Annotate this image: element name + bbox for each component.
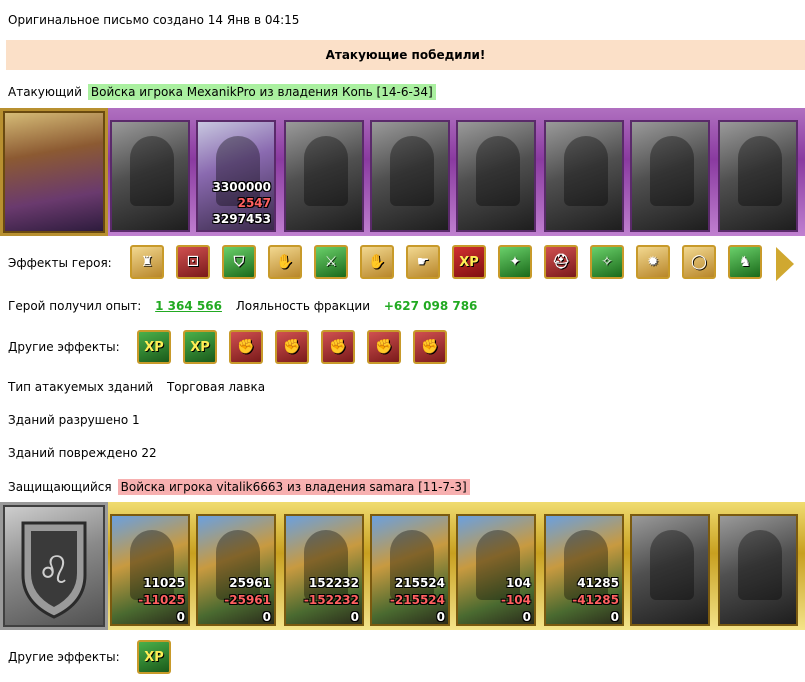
fist-sword-icon[interactable]: ✊ [229, 330, 263, 364]
attacker-unit-6[interactable] [544, 120, 624, 232]
fortress-icon[interactable]: ♜ [130, 245, 164, 279]
unit-remaining: 0 [522, 610, 531, 624]
boots-icon[interactable]: ♞ [728, 245, 762, 279]
xp-bonus-icon[interactable]: ✦ [498, 245, 532, 279]
amulet-icon[interactable]: ✧ [590, 245, 624, 279]
xp-icon[interactable]: XP [452, 245, 486, 279]
defender-unit-3[interactable]: 152232 -152232 0 [284, 514, 364, 626]
unit-lost: -104 [500, 593, 531, 607]
unit-count: 11025 [143, 576, 185, 590]
unit-remaining: 0 [610, 610, 619, 624]
defender-unit-1[interactable]: 11025 -11025 0 [110, 514, 190, 626]
unit-remaining: 0 [262, 610, 271, 624]
unit-lost: -25961 [224, 593, 271, 607]
xp-icon[interactable]: XP [183, 330, 217, 364]
dice-attack-icon[interactable]: ⚀ [176, 245, 210, 279]
unit-lost: -215524 [389, 593, 445, 607]
attacker-unit-4[interactable] [370, 120, 450, 232]
unit-lost: 2547 [237, 196, 271, 210]
unit-lost: -41285 [572, 593, 619, 607]
attacker-label: Атакующий [8, 85, 82, 99]
unit-remaining: 0 [350, 610, 359, 624]
building-type-row: Тип атакуемых зданий Торговая лавка [8, 380, 265, 394]
defender-unit-8[interactable] [718, 514, 798, 626]
experience-label: Герой получил опыт: [8, 299, 142, 313]
original-letter-link[interactable]: Оригинальное письмо создано 14 Янв в 04:… [8, 13, 299, 27]
battle-result-banner: Атакующие победили! [6, 40, 805, 70]
unit-count: 152232 [308, 576, 359, 590]
defender-army-band: 11025 -11025 0 25961 -25961 0 152232 -15… [108, 502, 805, 630]
building-type-label: Тип атакуемых зданий [8, 380, 154, 394]
unit-count: 41285 [577, 576, 619, 590]
attacker-hero-portrait[interactable] [0, 108, 108, 236]
handshake-icon[interactable]: ✋ [360, 245, 394, 279]
loyalty-value: +627 098 786 [383, 299, 478, 313]
other-effects-label: Другие эффекты: [8, 650, 120, 664]
attacker-army-name: Войска игрока MexanikPro из владения Коп… [87, 84, 436, 100]
experience-value[interactable]: 1 364 566 [155, 299, 222, 313]
buildings-damaged: Зданий повреждено 22 [8, 446, 157, 460]
defender-army-name: Войска игрока vitalik6663 из владения sa… [117, 479, 470, 495]
unit-remaining: 0 [436, 610, 445, 624]
fist-sword-icon[interactable]: ✊ [413, 330, 447, 364]
hero-effects-label: Эффекты героя: [8, 256, 112, 270]
attacker-unit-2[interactable]: 3300000 2547 3297453 [196, 120, 276, 232]
unit-lost: -11025 [138, 593, 185, 607]
handshake-icon[interactable]: ✋ [268, 245, 302, 279]
defender-row: Защищающийся Войска игрока vitalik6663 из… [8, 479, 470, 495]
claws-icon[interactable]: ✹ [636, 245, 670, 279]
attacker-unit-1[interactable] [110, 120, 190, 232]
buildings-destroyed: Зданий разрушено 1 [8, 413, 140, 427]
fist-sword-icon[interactable]: ✊ [275, 330, 309, 364]
defender-unit-6[interactable]: 41285 -41285 0 [544, 514, 624, 626]
sword-icon[interactable]: ⚔ [314, 245, 348, 279]
defender-crest-portrait[interactable]: ♌ [0, 502, 108, 630]
unit-remaining: 0 [176, 610, 185, 624]
unit-remaining: 3297453 [212, 212, 271, 226]
loyalty-label: Лояльность фракции [235, 299, 371, 313]
helmet-icon[interactable]: ⛑ [544, 245, 578, 279]
attacker-unit-8[interactable] [718, 120, 798, 232]
defender-unit-2[interactable]: 25961 -25961 0 [196, 514, 276, 626]
unit-lost: -152232 [303, 593, 359, 607]
unit-count: 3300000 [212, 180, 271, 194]
building-type-value: Торговая лавка [166, 380, 266, 394]
fist-sword-icon[interactable]: ✊ [321, 330, 355, 364]
ring-icon[interactable]: ◯ [682, 245, 716, 279]
defender-label: Защищающийся [8, 480, 112, 494]
defender-unit-7[interactable] [630, 514, 710, 626]
attacker-unit-5[interactable] [456, 120, 536, 232]
unit-count: 215524 [394, 576, 445, 590]
unit-count: 25961 [229, 576, 271, 590]
xp-icon[interactable]: XP [137, 640, 171, 674]
other-effects-label: Другие эффекты: [8, 340, 120, 354]
defender-unit-5[interactable]: 104 -104 0 [456, 514, 536, 626]
fist-sword-icon[interactable]: ✊ [367, 330, 401, 364]
unit-count: 104 [505, 576, 531, 590]
lion-shield-crest-icon: ♌ [21, 521, 87, 619]
scroll-right-icon[interactable] [776, 247, 794, 281]
experience-row: Герой получил опыт: 1 364 566 Лояльность… [8, 299, 477, 313]
shield-icon[interactable]: ⛉ [222, 245, 256, 279]
defender-unit-4[interactable]: 215524 -215524 0 [370, 514, 450, 626]
attacker-unit-3[interactable] [284, 120, 364, 232]
attacker-army-band: 3300000 2547 3297453 [108, 108, 805, 236]
attacker-unit-7[interactable] [630, 120, 710, 232]
xp-icon[interactable]: XP [137, 330, 171, 364]
healing-hand-icon[interactable]: ☛ [406, 245, 440, 279]
attacker-row: Атакующий Войска игрока MexanikPro из вла… [8, 84, 436, 100]
svg-text:♌: ♌ [37, 548, 71, 592]
